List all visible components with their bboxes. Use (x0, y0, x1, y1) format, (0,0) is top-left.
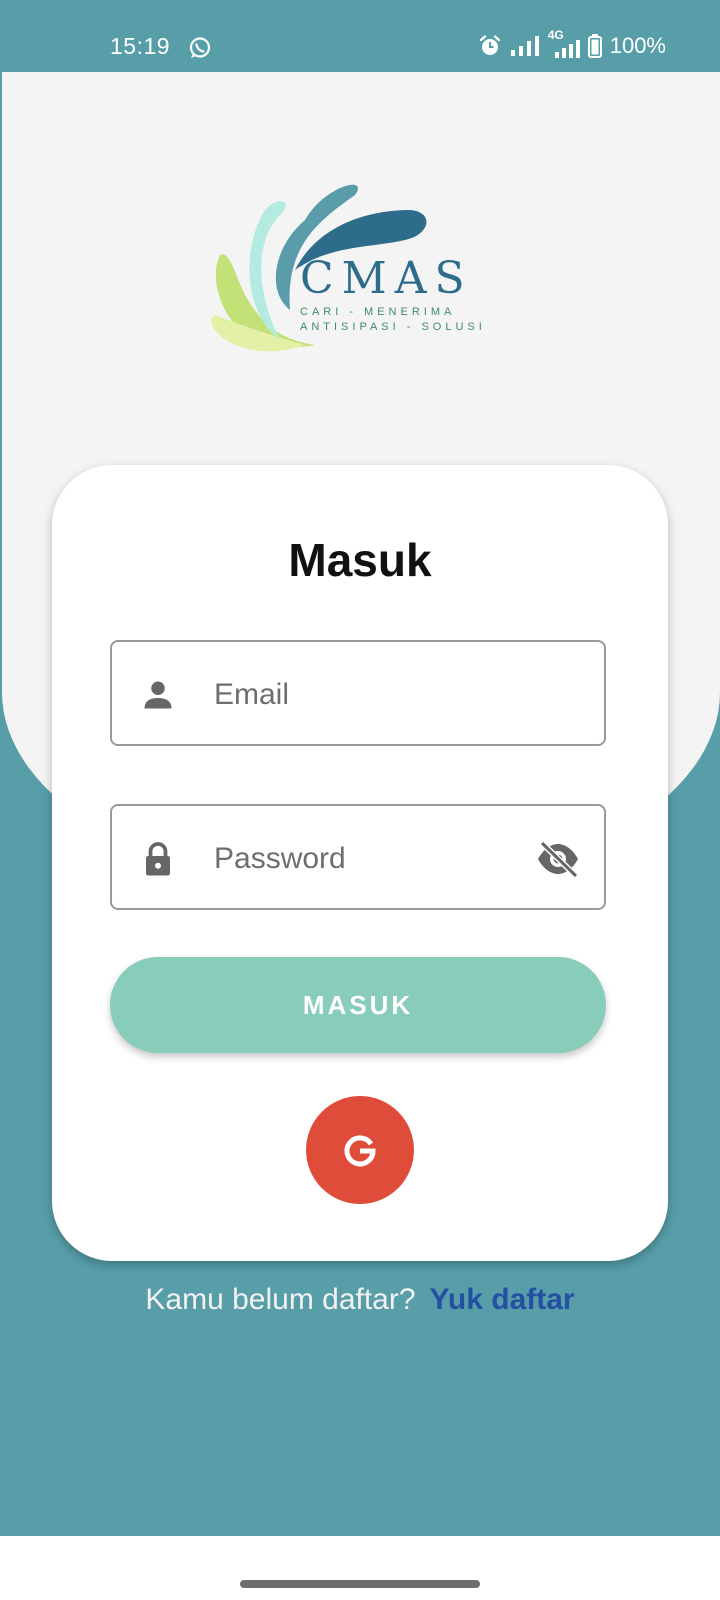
password-field[interactable]: Password (110, 804, 606, 910)
register-prompt-text: Kamu belum daftar? (145, 1283, 416, 1316)
cmas-logo: CMAS CARI - MENERIMA ANTISIPASI - SOLUSI (211, 184, 486, 352)
status-icons: 4G 100% (478, 28, 666, 59)
login-card: Masuk Email Password MASUK (52, 465, 668, 1261)
logo-brand-text: CMAS (300, 253, 473, 304)
lock-icon (146, 842, 170, 876)
google-icon (344, 1135, 376, 1167)
register-link[interactable]: Yuk daftar (430, 1283, 575, 1316)
logo-tagline-line2: ANTISIPASI - SOLUSI (300, 321, 486, 333)
logo-tagline-line1: CARI - MENERIMA (300, 306, 455, 318)
masuk-button[interactable]: MASUK (110, 957, 606, 1053)
signal-4g-icon: 4G (548, 28, 580, 58)
register-prompt: Kamu belum daftar? Yuk daftar (0, 1283, 720, 1317)
email-field[interactable]: Email (110, 640, 606, 746)
login-title: Masuk (288, 534, 432, 586)
whatsapp-icon (189, 37, 211, 58)
battery-percent: 100% (609, 33, 666, 58)
google-sign-in-button[interactable] (306, 1096, 414, 1204)
navigation-bar (0, 1536, 720, 1600)
password-placeholder: Password (214, 842, 346, 875)
status-bar: 15:19 4G 100% (0, 0, 720, 72)
home-indicator[interactable] (240, 1580, 480, 1588)
battery-icon (587, 34, 602, 58)
person-icon (144, 681, 172, 709)
alarm-icon (479, 35, 500, 55)
email-placeholder: Email (214, 678, 290, 711)
signal-icon (510, 36, 539, 56)
status-time: 15:19 (110, 33, 171, 59)
eye-off-icon[interactable] (536, 840, 580, 878)
